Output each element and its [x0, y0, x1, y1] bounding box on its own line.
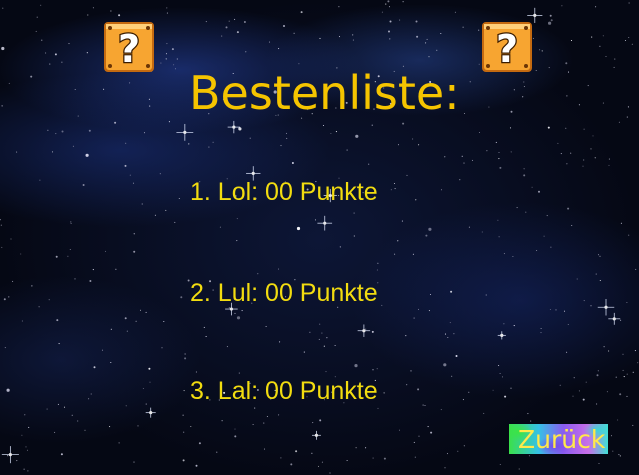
question-block-icon: ?	[481, 21, 533, 73]
back-button-label: Zurück	[518, 425, 606, 454]
leaderboard-entry-1: 1. Lol: 00 Punkte	[190, 178, 378, 206]
leaderboard-title: Bestenliste:	[189, 66, 460, 120]
question-mark: ?	[496, 27, 518, 71]
question-block-icon: ?	[103, 21, 155, 73]
back-button[interactable]: Zurück	[509, 424, 608, 454]
leaderboard-entry-3: 3. Lal: 00 Punkte	[190, 377, 378, 405]
question-mark: ?	[118, 27, 140, 71]
leaderboard-entry-2: 2. Lul: 00 Punkte	[190, 279, 378, 307]
